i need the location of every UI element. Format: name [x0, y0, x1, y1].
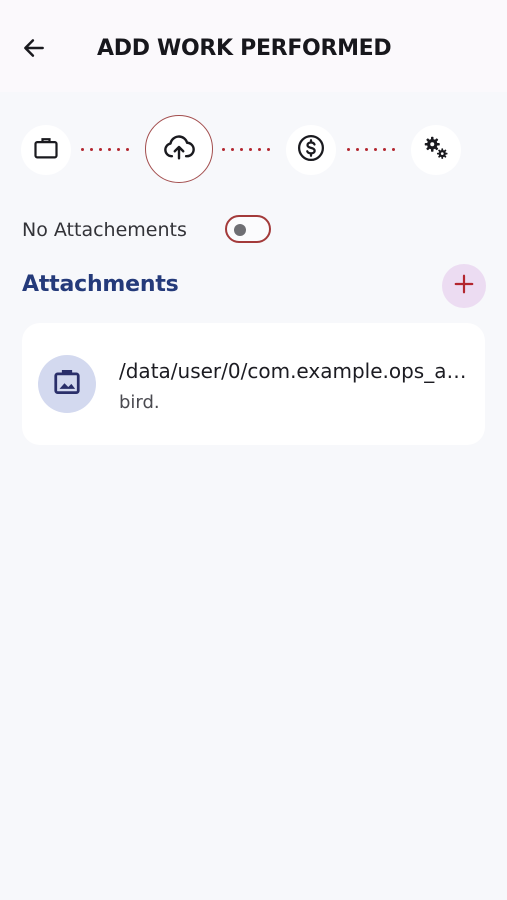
no-attachments-label: No Attachements: [22, 219, 187, 241]
progress-stepper: [0, 115, 507, 183]
app-header: ADD WORK PERFORMED: [0, 0, 507, 92]
plus-icon: [453, 273, 475, 299]
step-job-details[interactable]: [21, 125, 71, 175]
toggle-knob: [234, 224, 246, 236]
gears-icon: [421, 133, 451, 167]
attachment-thumbnail: [38, 355, 96, 413]
no-attachments-toggle[interactable]: [225, 215, 271, 243]
arrow-left-icon: [21, 35, 47, 65]
step-connector: [347, 148, 395, 151]
back-button[interactable]: [14, 30, 54, 70]
page-title: ADD WORK PERFORMED: [97, 36, 392, 61]
step-cost[interactable]: [286, 125, 336, 175]
no-attachments-row: No Attachements: [22, 213, 482, 247]
attachments-heading: Attachments: [22, 272, 179, 297]
step-settings[interactable]: [411, 125, 461, 175]
briefcase-icon: [32, 134, 60, 166]
attachment-name: bird.: [119, 392, 160, 413]
attachment-path: /data/user/0/com.example.ops_app/cache/b…: [119, 359, 469, 383]
step-attachments[interactable]: [145, 115, 213, 183]
cloud-upload-icon: [162, 130, 196, 168]
image-icon: [52, 367, 82, 401]
dollar-circle-icon: [296, 133, 326, 167]
add-attachment-button[interactable]: [442, 264, 486, 308]
step-connector: [81, 148, 129, 151]
step-connector: [222, 148, 270, 151]
attachment-item[interactable]: /data/user/0/com.example.ops_app/cache/b…: [22, 323, 485, 445]
